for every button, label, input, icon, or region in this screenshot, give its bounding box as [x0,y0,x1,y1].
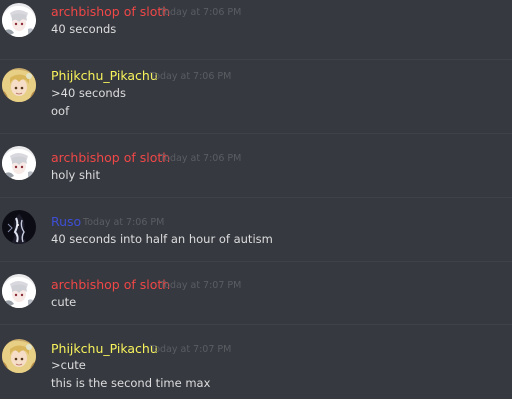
anime-girl-white-hair-avatar-icon[interactable] [2,146,36,180]
chat-message: Phijkchu_Pikachu Today at 7:06 PM >40 se… [0,60,512,131]
timestamp: Today at 7:06 PM [150,71,232,82]
message-text: oof [51,104,70,118]
timestamp: Today at 7:07 PM [150,344,232,355]
username[interactable]: Phijkchu_Pikachu [51,341,158,356]
chat-message: archbishop of sloth Today at 7:06 PM 40 … [0,0,512,60]
anime-girl-blonde-avatar-icon[interactable] [2,339,36,373]
username[interactable]: Ruso [51,214,81,229]
message-text: 40 seconds into half an hour of autism [51,232,273,246]
message-text: >cute [51,358,86,372]
username[interactable]: archbishop of sloth [51,150,170,165]
message-text: holy shit [51,168,100,182]
timestamp: Today at 7:07 PM [160,280,242,291]
chat-message: archbishop of sloth Today at 7:07 PM cut… [0,262,512,324]
chat-message: Phijkchu_Pikachu Today at 7:07 PM >cute … [0,325,512,399]
anime-girl-white-hair-avatar-icon[interactable] [2,3,36,37]
message-text: this is the second time max [51,376,211,390]
chat-message: Ruso Today at 7:06 PM 40 seconds into ha… [0,198,512,261]
anime-girl-white-hair-avatar-icon[interactable] [2,274,36,308]
timestamp: Today at 7:06 PM [83,217,165,228]
message-text: >40 seconds [51,86,126,100]
dark-figure-avatar-icon[interactable] [2,210,36,244]
chat-message: archbishop of sloth Today at 7:06 PM hol… [0,134,512,198]
timestamp: Today at 7:06 PM [160,153,242,164]
username[interactable]: archbishop of sloth [51,277,170,292]
message-text: 40 seconds [51,22,117,36]
message-text: cute [51,295,77,309]
username[interactable]: archbishop of sloth [51,4,170,19]
timestamp: Today at 7:06 PM [160,7,242,18]
username[interactable]: Phijkchu_Pikachu [51,68,158,83]
chat-message-list: archbishop of sloth Today at 7:06 PM 40 … [0,0,512,399]
anime-girl-blonde-avatar-icon[interactable] [2,68,36,102]
